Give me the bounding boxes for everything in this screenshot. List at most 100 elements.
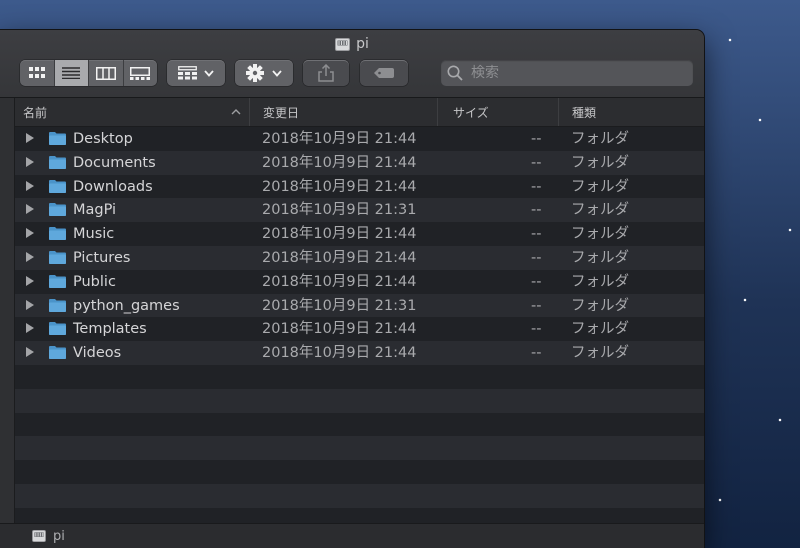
gallery-icon — [130, 66, 151, 80]
file-size: -- — [531, 250, 542, 266]
file-size: -- — [531, 297, 542, 314]
file-modified-date: 2018年10月9日 21:44 — [262, 273, 417, 290]
disclosure-triangle-icon[interactable] — [26, 156, 34, 167]
folder-icon — [49, 298, 66, 312]
gallery-view-button[interactable] — [124, 60, 158, 86]
folder-icon — [49, 179, 66, 193]
file-modified-date: 2018年10月9日 21:44 — [262, 250, 417, 266]
file-row[interactable]: Documents 2018年10月9日 21:44 -- フォルダ — [15, 150, 704, 175]
folder-icon — [49, 274, 66, 288]
file-row[interactable]: Downloads 2018年10月9日 21:44 -- フォルダ — [15, 174, 704, 199]
file-name: Downloads — [73, 178, 153, 195]
file-row[interactable]: Public 2018年10月9日 21:44 -- フォルダ — [15, 269, 704, 294]
file-list: Desktop 2018年10月9日 21:44 -- フォルダ Documents 20… — [15, 127, 704, 523]
empty-row — [15, 507, 704, 523]
empty-row — [15, 460, 704, 484]
file-name: python_games — [73, 297, 180, 314]
file-size: -- — [531, 202, 542, 219]
columns-icon — [95, 66, 116, 80]
disclosure-triangle-icon[interactable] — [26, 228, 34, 239]
chevron-down-icon — [272, 69, 282, 77]
disclosure-triangle-icon[interactable] — [26, 323, 34, 334]
column-view-button[interactable] — [89, 60, 124, 86]
empty-row — [15, 484, 704, 508]
grid-icon — [28, 67, 45, 78]
external-disk-icon — [32, 530, 46, 542]
disclosure-triangle-icon[interactable] — [26, 299, 34, 310]
column-header-name[interactable]: 名前 — [15, 98, 250, 126]
file-row[interactable]: Music 2018年10月9日 21:44 -- フォルダ — [15, 222, 704, 246]
file-kind: フォルダ — [571, 297, 629, 314]
chevron-down-icon — [204, 69, 214, 77]
disclosure-triangle-icon[interactable] — [26, 252, 34, 262]
file-modified-date: 2018年10月9日 21:31 — [262, 297, 417, 314]
external-disk-icon — [335, 37, 351, 51]
file-kind: フォルダ — [571, 202, 629, 219]
file-kind: フォルダ — [571, 273, 629, 290]
window-title: pi — [0, 32, 704, 56]
disclosure-triangle-icon[interactable] — [26, 180, 34, 191]
column-header-date-label: 変更日 — [263, 105, 300, 120]
file-name: Videos — [73, 345, 122, 362]
disclosure-triangle-icon[interactable] — [26, 347, 34, 358]
column-header-bar: 名前 変更日 サイズ 種類 — [15, 98, 704, 127]
folder-icon — [49, 155, 66, 169]
search-input[interactable] — [469, 64, 683, 82]
disclosure-triangle-icon[interactable] — [26, 204, 34, 215]
column-header-name-label: 名前 — [23, 105, 48, 120]
file-modified-date: 2018年10月9日 21:44 — [262, 131, 417, 147]
column-header-size[interactable]: サイズ — [438, 98, 559, 126]
sort-ascending-icon — [231, 109, 241, 115]
path-bar-item[interactable]: pi — [53, 529, 65, 544]
file-name: MagPi — [73, 202, 117, 219]
file-row[interactable]: Pictures 2018年10月9日 21:44 -- フォルダ — [15, 246, 704, 270]
column-header-kind[interactable]: 種類 — [559, 98, 704, 126]
view-mode-segmented-control — [20, 60, 157, 86]
action-menu-button[interactable] — [235, 60, 293, 86]
column-header-size-label: サイズ — [453, 105, 489, 120]
file-name: Music — [73, 226, 115, 243]
file-size: -- — [531, 345, 542, 362]
tag-button[interactable] — [360, 60, 408, 86]
file-size: -- — [531, 131, 542, 147]
group-icon — [178, 66, 197, 80]
column-header-date[interactable]: 変更日 — [250, 98, 438, 126]
search-field[interactable] — [441, 60, 693, 86]
file-kind: フォルダ — [571, 154, 629, 171]
file-kind: フォルダ — [571, 178, 629, 195]
group-by-button[interactable] — [167, 60, 225, 86]
file-row[interactable]: Videos 2018年10月9日 21:44 -- フォルダ — [15, 341, 704, 365]
folder-icon — [49, 322, 66, 336]
file-row[interactable]: MagPi 2018年10月9日 21:31 -- フォルダ — [15, 198, 704, 223]
file-size: -- — [531, 321, 542, 338]
window-title-text: pi — [356, 36, 369, 52]
file-name: Pictures — [73, 250, 131, 266]
folder-icon — [49, 203, 66, 217]
folder-icon — [49, 346, 66, 360]
file-row[interactable]: Desktop 2018年10月9日 21:44 -- フォルダ — [15, 127, 704, 151]
file-name: Documents — [73, 154, 156, 171]
file-size: -- — [531, 154, 542, 171]
share-icon — [318, 64, 334, 82]
file-modified-date: 2018年10月9日 21:44 — [262, 178, 417, 195]
file-row[interactable]: Templates 2018年10月9日 21:44 -- フォルダ — [15, 317, 704, 342]
file-name: Desktop — [73, 131, 133, 147]
file-kind: フォルダ — [571, 345, 629, 362]
search-icon — [447, 65, 463, 81]
file-modified-date: 2018年10月9日 21:44 — [262, 345, 417, 362]
file-size: -- — [531, 226, 542, 243]
disclosure-triangle-icon[interactable] — [26, 275, 34, 286]
collapsed-sidebar[interactable] — [0, 98, 15, 523]
share-button[interactable] — [303, 60, 349, 86]
title-toolbar: pi — [0, 30, 704, 98]
folder-icon — [49, 227, 66, 241]
disclosure-triangle-icon[interactable] — [26, 133, 34, 143]
file-kind: フォルダ — [571, 131, 629, 147]
empty-row — [15, 365, 704, 389]
list-view-button[interactable] — [54, 60, 89, 86]
file-name: Public — [73, 273, 116, 290]
file-row[interactable]: python_games 2018年10月9日 21:31 -- フォルダ — [15, 293, 704, 318]
icon-view-button[interactable] — [20, 60, 55, 86]
file-modified-date: 2018年10月9日 21:44 — [262, 226, 417, 243]
folder-icon — [49, 251, 66, 264]
